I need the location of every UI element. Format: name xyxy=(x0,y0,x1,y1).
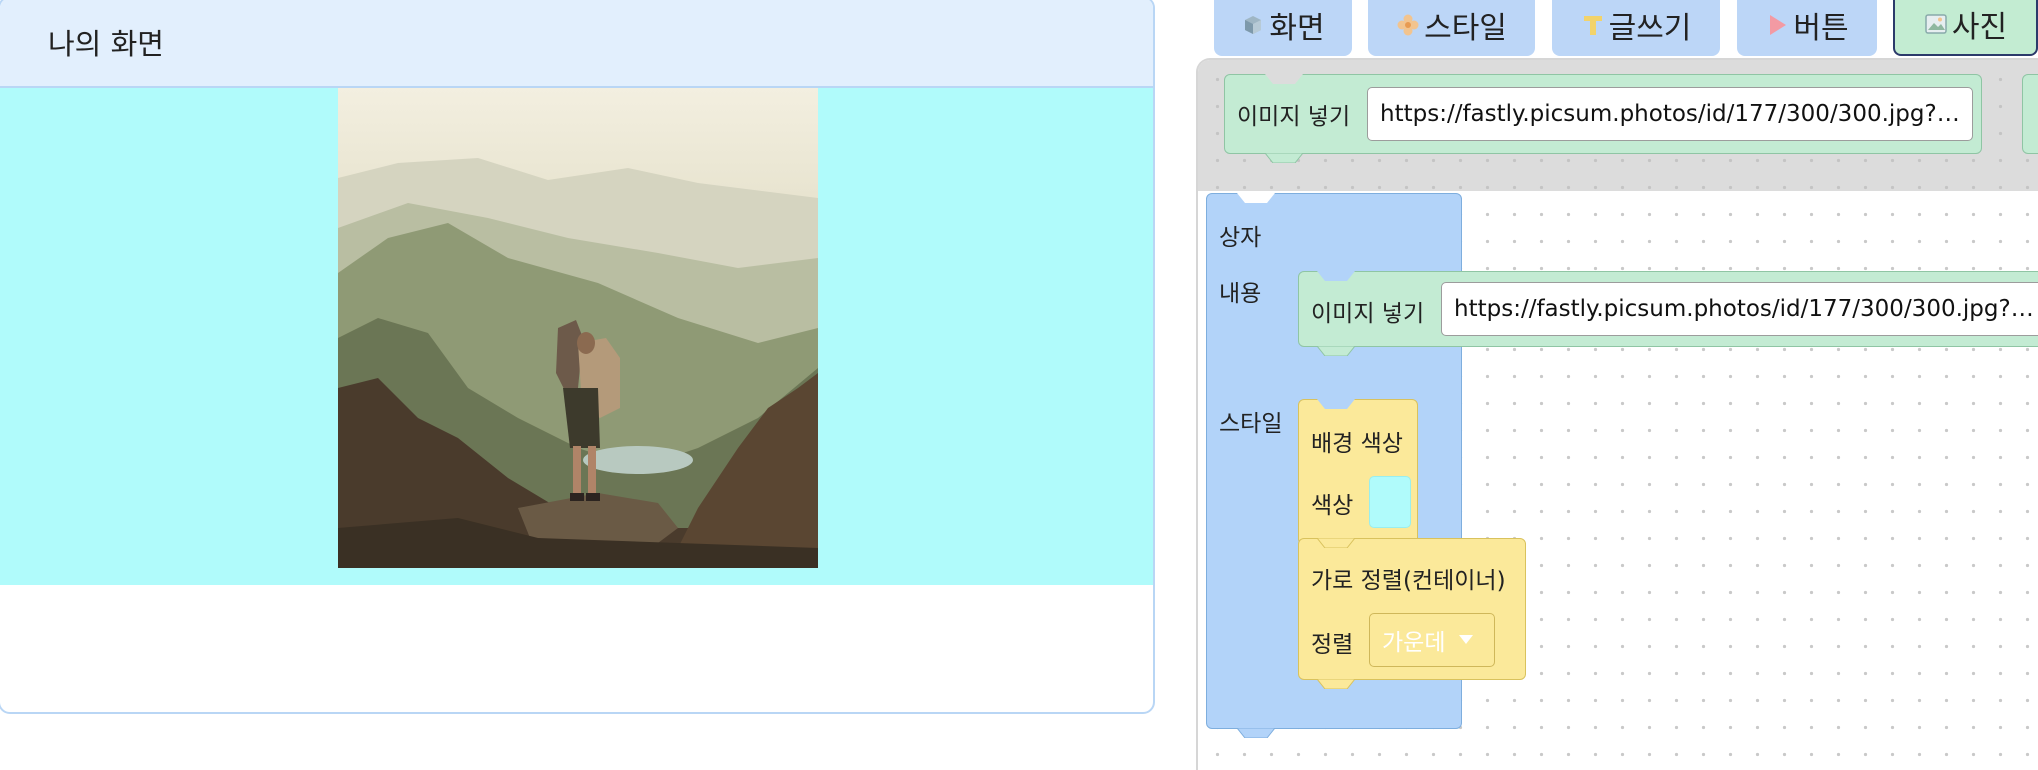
tab-text-label: 글쓰기 xyxy=(1608,11,1692,46)
tab-screen-label: 화면 xyxy=(1269,11,1325,46)
tab-photo[interactable]: 사진 xyxy=(1893,0,2038,56)
block-flyout: 이미지 넣기 https://fastly.picsum.photos/id/1… xyxy=(1198,60,2038,191)
container-block-title: 상자 xyxy=(1219,225,1262,251)
preview-panel: 나의 화면 xyxy=(0,0,1155,714)
tab-style-label: 스타일 xyxy=(1424,11,1507,46)
tab-text[interactable]: 글쓰기 xyxy=(1552,0,1720,56)
block-notch xyxy=(1237,728,1275,738)
tab-button[interactable]: 버튼 xyxy=(1737,0,1877,56)
align-block-title: 가로 정렬(컨테이너) xyxy=(1311,568,1506,594)
preview-image-art xyxy=(337,88,818,568)
flower-icon xyxy=(1397,14,1419,36)
color-swatch[interactable] xyxy=(1369,476,1411,528)
preview-container-box xyxy=(0,88,1153,585)
preview-title: 나의 화면 xyxy=(48,27,164,61)
block-notch xyxy=(1265,74,1303,84)
block-notch xyxy=(1265,153,1303,163)
picture-icon xyxy=(1925,14,1947,34)
cube-icon xyxy=(1245,16,1262,34)
preview-image xyxy=(337,88,818,568)
flyout-next-block-peek[interactable] xyxy=(2022,74,2038,154)
block-notch xyxy=(1317,346,1355,356)
tab-screen[interactable]: 화면 xyxy=(1214,0,1352,56)
content-image-block[interactable]: 이미지 넣기 https://fastly.picsum.photos/id/1… xyxy=(1298,271,2038,356)
preview-header: 나의 화면 xyxy=(0,0,1153,88)
tab-photo-label: 사진 xyxy=(1951,10,2008,45)
bg-color-label: 색상 xyxy=(1311,493,1354,519)
align-block[interactable]: 가로 정렬(컨테이너) 정렬 가운데 xyxy=(1298,538,1526,689)
text-t-icon xyxy=(1583,16,1602,35)
align-dropdown[interactable]: 가운데 xyxy=(1369,613,1495,667)
block-notch xyxy=(1317,399,1355,409)
block-notch xyxy=(1317,679,1355,689)
tab-style[interactable]: 스타일 xyxy=(1368,0,1535,56)
block-notch xyxy=(1317,538,1355,548)
content-image-block-label: 이미지 넣기 xyxy=(1311,301,1425,327)
flyout-image-block-label: 이미지 넣기 xyxy=(1237,104,1351,130)
play-triangle-icon xyxy=(1770,15,1787,35)
container-content-label: 내용 xyxy=(1219,281,1262,307)
tab-button-label: 버튼 xyxy=(1793,11,1849,46)
block-notch xyxy=(1317,271,1355,281)
flyout-image-block[interactable]: 이미지 넣기 https://fastly.picsum.photos/id/1… xyxy=(1224,74,1982,163)
container-style-label: 스타일 xyxy=(1219,411,1283,437)
align-label: 정렬 xyxy=(1311,632,1354,658)
bg-color-block-title: 배경 색상 xyxy=(1311,431,1403,457)
bg-color-block[interactable]: 배경 색상 색상 xyxy=(1298,399,1418,545)
align-dropdown-value: 가운데 xyxy=(1382,630,1446,656)
block-notch xyxy=(1237,193,1275,203)
chevron-down-icon xyxy=(1459,635,1474,644)
flyout-image-url-input[interactable]: https://fastly.picsum.photos/id/177/300/… xyxy=(1367,87,1973,141)
content-image-url-input[interactable]: https://fastly.picsum.photos/id/177/300/… xyxy=(1441,282,2038,336)
block-workspace[interactable]: 이미지 넣기 https://fastly.picsum.photos/id/1… xyxy=(1196,58,2038,770)
